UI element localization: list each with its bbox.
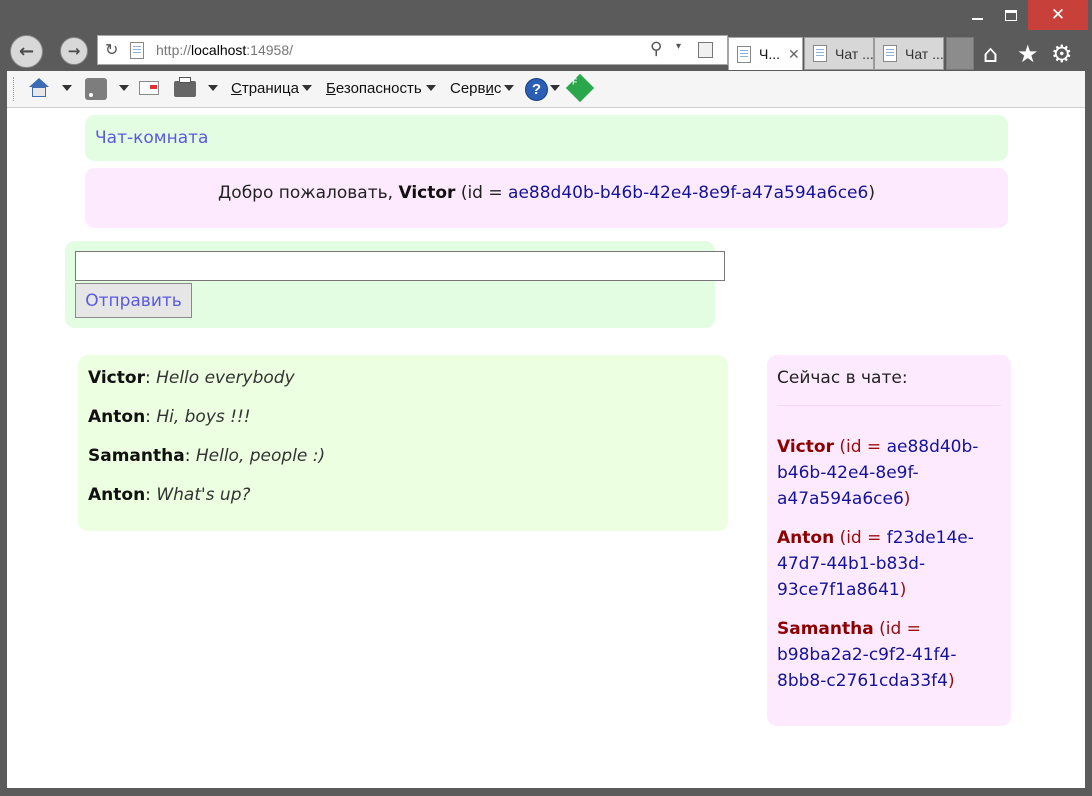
- toolbar-grip[interactable]: [13, 77, 16, 101]
- message-text: What's up?: [156, 485, 251, 505]
- tools-menu[interactable]: Сервис: [450, 80, 501, 97]
- welcome-username: Victor: [398, 183, 456, 203]
- message-item: Samantha: Hello, people :): [88, 446, 326, 466]
- close-window-button[interactable]: ✕: [1028, 0, 1088, 30]
- print-icon[interactable]: [174, 77, 196, 97]
- safety-menu-dropdown-icon[interactable]: [426, 85, 436, 91]
- online-users-title: Сейчас в чате:: [777, 368, 908, 388]
- tools-menu-dropdown-icon[interactable]: [504, 85, 514, 91]
- address-url[interactable]: http://localhost:14958/: [156, 42, 293, 58]
- tab-page-icon: [737, 45, 751, 63]
- message-text: Hi, boys !!!: [156, 407, 251, 427]
- search-icon[interactable]: ⚲: [650, 39, 662, 59]
- close-icon: ✕: [1050, 5, 1066, 25]
- online-user-id: b98ba2a2-c9f2-41f4-8bb8-c2761cda33f4: [777, 645, 957, 691]
- page-viewport: Чат-комната Добро пожаловать, Victor (id…: [7, 108, 1085, 788]
- page-title: Чат-комната: [95, 128, 209, 148]
- print-dropdown-icon[interactable]: [208, 85, 218, 91]
- tab-close-icon[interactable]: ✕: [788, 46, 800, 63]
- help-icon[interactable]: ?: [525, 78, 548, 101]
- message-author: Anton: [88, 485, 146, 505]
- back-button[interactable]: ←: [10, 35, 43, 68]
- message-item: Anton: What's up?: [88, 485, 251, 505]
- online-user-name: Victor: [777, 437, 834, 457]
- tab-active[interactable]: Ч... ✕: [728, 37, 803, 70]
- welcome-id-close: ): [868, 183, 875, 203]
- welcome-prefix: Добро пожаловать,: [218, 183, 394, 203]
- send-button[interactable]: Отправить: [75, 283, 192, 318]
- tab-chat-3[interactable]: Чат ...: [874, 37, 944, 70]
- home-icon[interactable]: ⌂: [983, 40, 998, 68]
- message-author: Samantha: [88, 446, 185, 466]
- read-mail-icon[interactable]: [139, 81, 159, 95]
- messages-panel: Victor: Hello everybody Anton: Hi, boys …: [78, 355, 728, 531]
- message-form: Отправить: [65, 241, 725, 328]
- maximize-button[interactable]: [994, 0, 1028, 30]
- minimize-button[interactable]: [960, 0, 994, 30]
- feeds-dropdown-icon[interactable]: [119, 85, 129, 91]
- page-menu[interactable]: Страница: [231, 80, 299, 97]
- feature-icon[interactable]: F: [565, 73, 595, 103]
- online-user-item: Samantha (id = b98ba2a2-c9f2-41f4-8bb8-c…: [777, 619, 957, 691]
- window-titlebar: ✕: [0, 0, 1092, 32]
- url-host: localhost: [191, 42, 247, 58]
- welcome-panel: Добро пожаловать, Victor (id = ae88d40b-…: [85, 168, 1008, 228]
- message-item: Anton: Hi, boys !!!: [88, 407, 251, 427]
- tab-chat-2[interactable]: Чат ...: [804, 37, 874, 70]
- online-user-item: Victor (id = ae88d40b-b46b-42e4-8e9f-a47…: [777, 437, 979, 509]
- compatibility-view-icon[interactable]: [698, 42, 713, 58]
- welcome-id-open: (id =: [460, 183, 509, 203]
- welcome-user-id: ae88d40b-b46b-42e4-8e9f-a47a594a6ce6: [508, 183, 869, 203]
- tab-label: Чат ...: [835, 45, 874, 62]
- message-author: Anton: [88, 407, 146, 427]
- refresh-icon[interactable]: ↻: [105, 40, 118, 59]
- tab-label: Чат ...: [905, 45, 944, 62]
- gear-icon[interactable]: ⚙: [1051, 40, 1073, 68]
- message-author: Victor: [88, 368, 145, 388]
- tab-page-icon: [883, 45, 897, 62]
- feeds-icon[interactable]: [85, 78, 107, 100]
- home-dropdown-icon[interactable]: [62, 85, 72, 91]
- command-bar: Страница Безопасность Сервис ? F: [7, 71, 1085, 108]
- message-input[interactable]: [75, 251, 725, 281]
- home-page-icon[interactable]: [29, 78, 49, 98]
- page-favicon-icon: [130, 42, 144, 59]
- address-bar[interactable]: ↻ http://localhost:14958/ ⚲ ▾: [97, 35, 728, 65]
- online-user-name: Samantha: [777, 619, 874, 639]
- tab-page-icon: [813, 45, 827, 62]
- page-menu-dropdown-icon[interactable]: [302, 85, 312, 91]
- new-tab-button[interactable]: [946, 37, 974, 70]
- help-dropdown-icon[interactable]: [550, 85, 560, 91]
- users-divider: [777, 405, 1001, 406]
- minimize-icon: [971, 18, 983, 20]
- favorites-star-icon[interactable]: ★: [1017, 40, 1039, 68]
- forward-button[interactable]: →: [60, 37, 88, 65]
- navigation-bar: ← → ↻ http://localhost:14958/ ⚲ ▾ Ч... ✕…: [7, 32, 1085, 72]
- message-text: Hello everybody: [156, 368, 295, 388]
- message-text: Hello, people :): [195, 446, 326, 466]
- url-port: :14958/: [246, 42, 294, 58]
- maximize-icon: [1005, 9, 1017, 21]
- address-dropdown-icon[interactable]: ▾: [676, 41, 681, 52]
- safety-menu[interactable]: Безопасность: [326, 80, 422, 97]
- message-item: Victor: Hello everybody: [88, 368, 295, 388]
- online-users-panel: Сейчас в чате: Victor (id = ae88d40b-b46…: [767, 355, 1011, 726]
- header-panel: Чат-комната: [85, 115, 1008, 161]
- url-scheme: http://: [156, 42, 192, 58]
- online-user-name: Anton: [777, 528, 835, 548]
- forward-arrow-icon: →: [67, 42, 81, 60]
- tab-label: Ч...: [759, 46, 780, 62]
- back-arrow-icon: ←: [18, 41, 35, 62]
- online-user-item: Anton (id = f23de14e-47d7-44b1-b83d-93ce…: [777, 528, 974, 600]
